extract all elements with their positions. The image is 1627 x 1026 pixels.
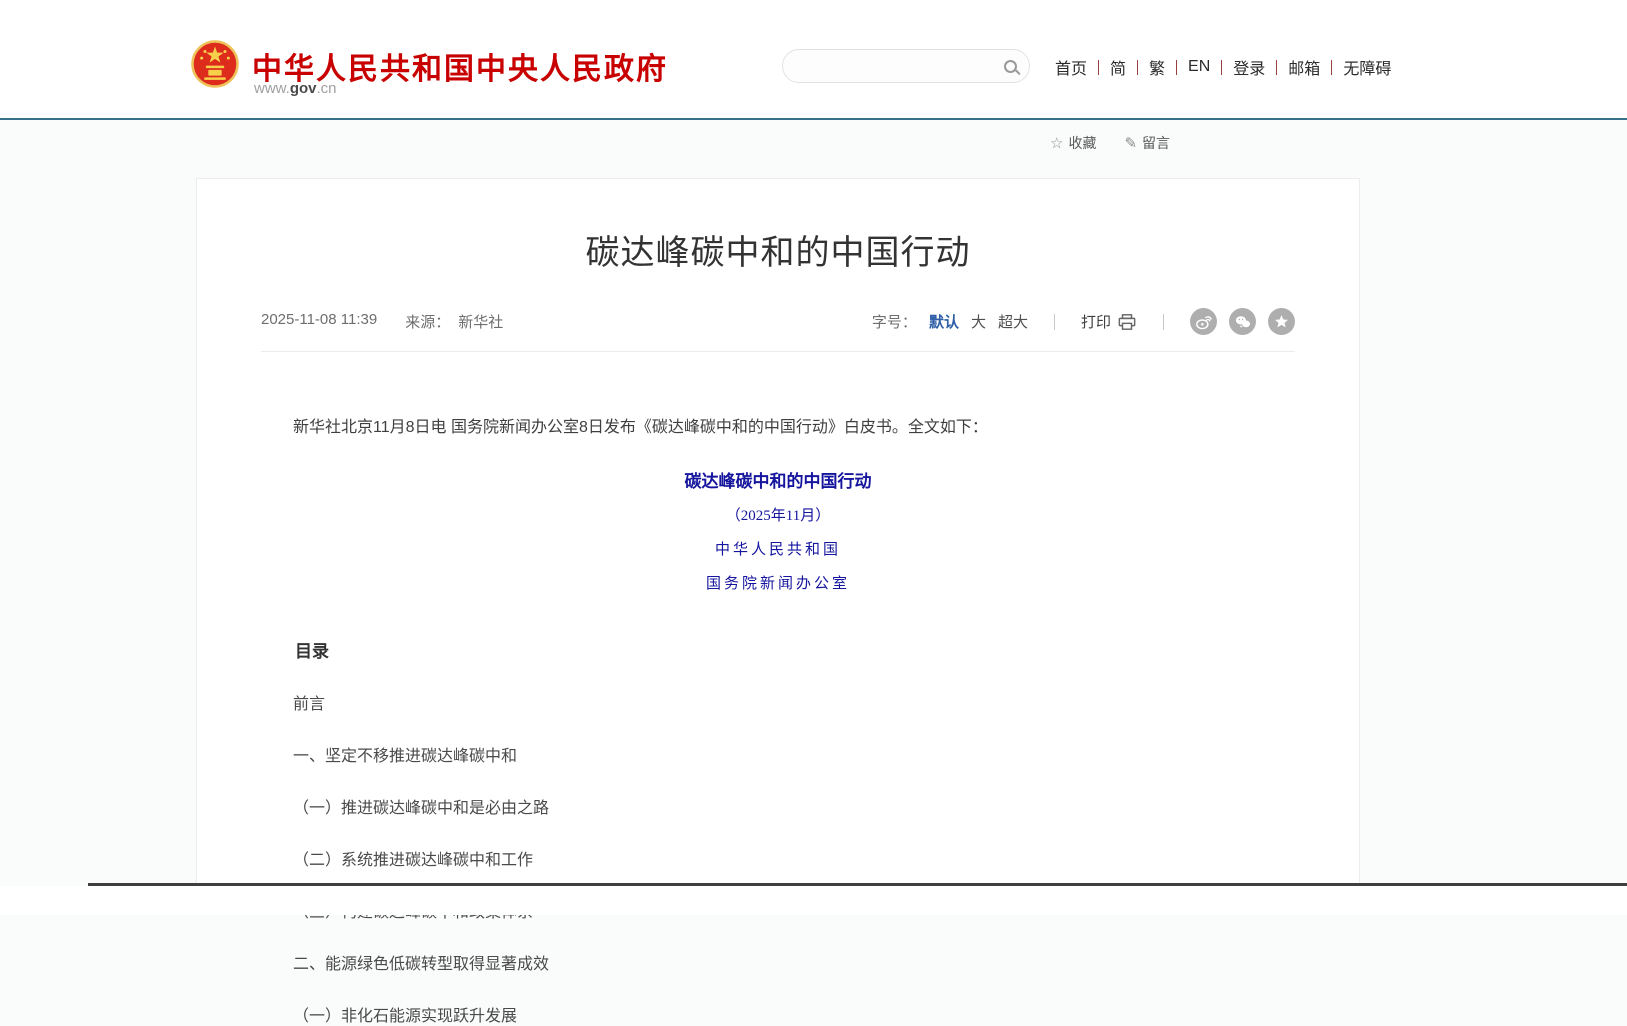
toc-item-2-1: （一）非化石能源实现跃升发展 (261, 1002, 1295, 1026)
document-author-line1: 中华人民共和国 (261, 538, 1295, 559)
nav-traditional[interactable]: 繁 (1138, 55, 1176, 79)
font-size-default-button[interactable]: 默认 (929, 311, 959, 332)
star-outline-icon: ☆ (1050, 134, 1063, 152)
toc-heading: 目录 (261, 637, 1295, 662)
weibo-icon (1194, 312, 1213, 331)
site-url-suffix: .cn (317, 80, 337, 97)
printer-icon (1117, 313, 1137, 331)
site-url: www.gov.cn (254, 80, 337, 97)
search-box (782, 49, 1030, 83)
article-meta-left: 2025-11-08 11:39 来源： 新华社 (261, 311, 503, 332)
nav-simplified[interactable]: 简 (1099, 55, 1137, 79)
lead-paragraph: 新华社北京11月8日电 国务院新闻办公室8日发布《碳达峰碳中和的中国行动》白皮书… (261, 414, 1295, 441)
national-emblem-logo (190, 38, 240, 90)
search-input[interactable] (795, 50, 1004, 82)
share-weibo-button[interactable] (1190, 308, 1217, 335)
article-card: 碳达峰碳中和的中国行动 2025-11-08 11:39 来源： 新华社 字号：… (196, 178, 1360, 884)
publish-date: 2025-11-08 11:39 (261, 311, 377, 332)
toc-item-preface: 前言 (261, 690, 1295, 714)
article-body: 新华社北京11月8日电 国务院新闻办公室8日发布《碳达峰碳中和的中国行动》白皮书… (261, 414, 1295, 1026)
pencil-icon: ✎ (1124, 134, 1137, 152)
site-url-prefix: www. (254, 80, 290, 97)
bottom-strip (0, 886, 1627, 915)
share-wechat-button[interactable] (1229, 308, 1256, 335)
toc-item-1: 一、坚定不移推进碳达峰碳中和 (261, 742, 1295, 766)
toc-item-1-1: （一）推进碳达峰碳中和是必由之路 (261, 794, 1295, 818)
print-button[interactable]: 打印 (1081, 311, 1137, 332)
nav-english[interactable]: EN (1177, 58, 1221, 76)
site-header: 中华人民共和国中央人民政府 www.gov.cn 首页 简 繁 EN 登录 邮箱… (0, 0, 1627, 120)
meta-divider (1163, 314, 1164, 330)
document-title: 碳达峰碳中和的中国行动 (261, 467, 1295, 492)
site-url-gov: gov (290, 80, 317, 97)
toc-item-2: 二、能源绿色低碳转型取得显著成效 (261, 950, 1295, 974)
nav-home[interactable]: 首页 (1044, 55, 1098, 79)
page-tools: ☆ 收藏 ✎ 留言 (1050, 133, 1170, 153)
print-label: 打印 (1081, 311, 1111, 332)
top-nav: 首页 简 繁 EN 登录 邮箱 无障碍 (1044, 55, 1402, 79)
article-meta-row: 2025-11-08 11:39 来源： 新华社 字号： 默认 大 超大 打印 (261, 308, 1295, 352)
article-meta-right: 字号： 默认 大 超大 打印 (872, 308, 1295, 335)
nav-login[interactable]: 登录 (1222, 55, 1276, 79)
nav-accessibility[interactable]: 无障碍 (1332, 55, 1402, 79)
document-heading-block: 碳达峰碳中和的中国行动 （2025年11月） 中华人民共和国 国务院新闻办公室 (261, 467, 1295, 593)
nav-mailbox[interactable]: 邮箱 (1277, 55, 1331, 79)
document-date: （2025年11月） (261, 504, 1295, 525)
comment-label: 留言 (1142, 133, 1170, 153)
document-author-line2: 国务院新闻办公室 (261, 572, 1295, 593)
share-qzone-button[interactable] (1268, 308, 1295, 335)
comment-button[interactable]: ✎ 留言 (1124, 133, 1170, 153)
page-title: 碳达峰碳中和的中国行动 (197, 225, 1359, 274)
font-size-large-button[interactable]: 大 (971, 311, 986, 332)
wechat-icon (1233, 312, 1252, 331)
source-label: 来源： (405, 311, 450, 332)
font-size-xlarge-button[interactable]: 超大 (998, 311, 1028, 332)
search-icon[interactable] (1004, 60, 1017, 73)
font-size-label: 字号： (872, 311, 917, 332)
meta-divider (1054, 314, 1055, 330)
source-value[interactable]: 新华社 (458, 311, 503, 332)
favorite-button[interactable]: ☆ 收藏 (1050, 133, 1096, 153)
source: 来源： 新华社 (405, 311, 503, 332)
favorite-label: 收藏 (1068, 133, 1096, 153)
star-badge-icon (1272, 312, 1291, 331)
toc-item-1-2: （二）系统推进碳达峰碳中和工作 (261, 846, 1295, 870)
